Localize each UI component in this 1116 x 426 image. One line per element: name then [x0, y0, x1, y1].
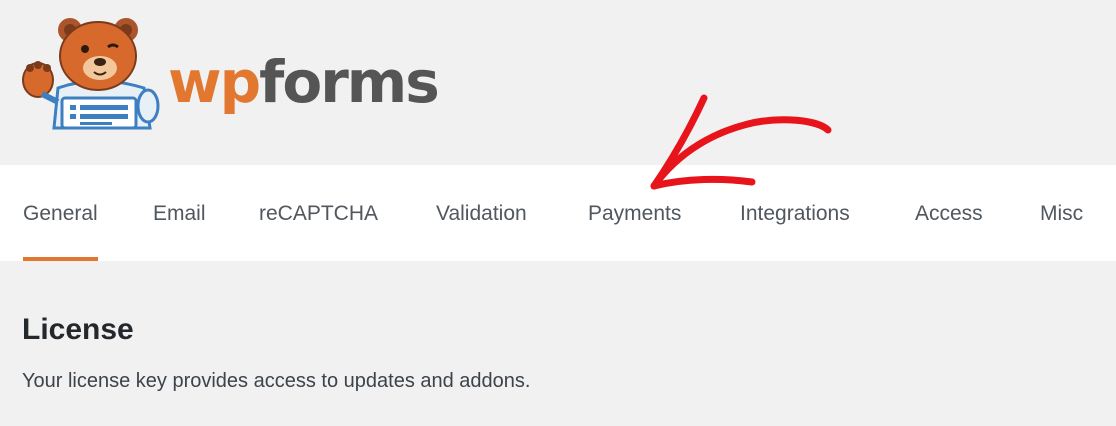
wpforms-logo[interactable]: wpforms — [20, 10, 440, 135]
tab-recaptcha[interactable]: reCAPTCHA — [259, 165, 378, 261]
license-section: License Your license key provides access… — [22, 305, 1092, 396]
bear-mascot-icon — [22, 18, 160, 130]
license-description: Your license key provides access to upda… — [22, 370, 531, 392]
settings-tabs: General Email reCAPTCHA Validation Payme… — [0, 165, 1116, 261]
tab-access[interactable]: Access — [915, 165, 983, 261]
license-title: License — [22, 313, 134, 346]
wpforms-wordmark: wpforms — [168, 47, 440, 117]
red-arrow-icon — [650, 94, 832, 190]
page-header: wpforms — [0, 0, 1116, 165]
tab-general[interactable]: General — [23, 165, 98, 261]
tab-email[interactable]: Email — [153, 165, 206, 261]
tab-misc[interactable]: Misc — [1040, 165, 1083, 261]
wordmark-suffix: forms — [259, 48, 440, 116]
wordmark-prefix: wp — [168, 48, 261, 116]
tab-validation[interactable]: Validation — [436, 165, 527, 261]
